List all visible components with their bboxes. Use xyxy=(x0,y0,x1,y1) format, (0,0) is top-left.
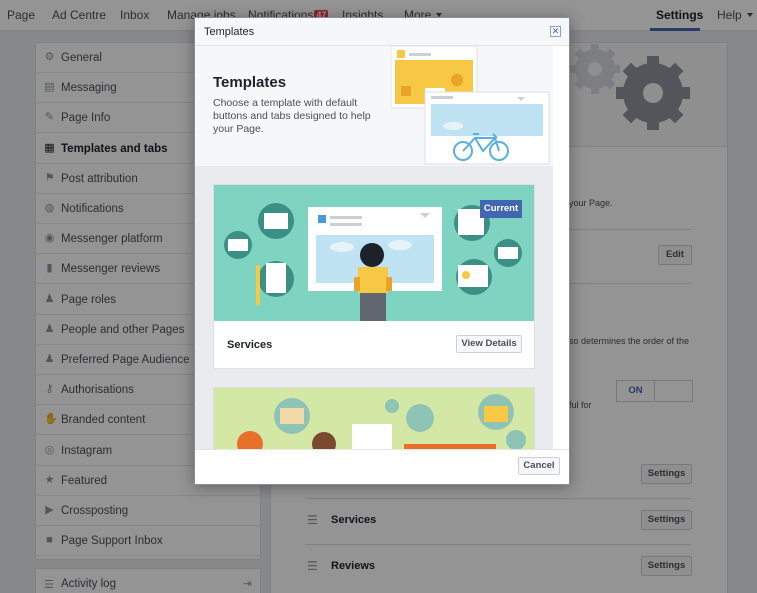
dialog-title: Templates xyxy=(204,26,255,38)
dialog-body[interactable]: Templates Choose a template with default… xyxy=(195,46,569,449)
dialog-header: Templates ✕ xyxy=(195,18,569,46)
current-badge: Current xyxy=(480,200,522,218)
template-name: Services xyxy=(227,339,273,351)
dialog-footer: Cancel xyxy=(195,449,569,484)
template-preview-illustration xyxy=(391,46,550,165)
template-card-services[interactable]: Current Services View Details xyxy=(213,184,535,369)
cancel-button[interactable]: Cancel xyxy=(518,457,560,475)
template-illustration xyxy=(214,388,534,449)
templates-heading: Templates xyxy=(213,74,287,91)
templates-dialog: Templates ✕ Templates Choose a template … xyxy=(194,17,570,485)
close-icon[interactable]: ✕ xyxy=(550,26,561,37)
view-details-button[interactable]: View Details xyxy=(456,335,522,353)
dialog-scrollbar[interactable] xyxy=(553,46,569,449)
templates-description: Choose a template with default buttons a… xyxy=(213,97,371,135)
templates-intro: Templates Choose a template with default… xyxy=(195,46,553,166)
template-card-next[interactable] xyxy=(213,387,535,449)
